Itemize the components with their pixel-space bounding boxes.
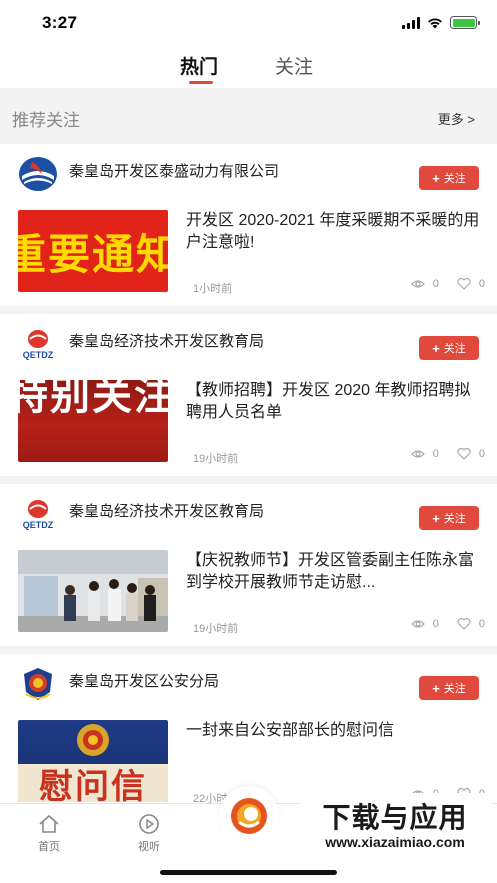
heart-icon[interactable] <box>457 618 471 630</box>
org-name[interactable]: 秦皇岛开发区公安分局 <box>69 670 219 691</box>
nav-home[interactable]: 首页 <box>19 812 79 854</box>
qetdz-logo-icon: QETDZ <box>18 496 58 532</box>
plus-icon: + <box>432 170 440 186</box>
follow-button[interactable]: + 关注 <box>419 166 479 190</box>
article-thumbnail[interactable]: 慰问信 <box>18 720 168 802</box>
article-thumbnail[interactable]: 特别关注 <box>18 380 168 462</box>
feed-list: 秦皇岛开发区泰盛动力有限公司 + 关注 重要通知 开发区 2020-2021 年度… <box>0 144 497 816</box>
follow-button[interactable]: + 关注 <box>419 336 479 360</box>
like-count: 0 <box>478 448 485 460</box>
plus-icon: + <box>432 680 440 696</box>
nav-video-label: 视听 <box>138 841 160 853</box>
heart-icon[interactable] <box>457 278 471 290</box>
view-count: 0 <box>432 618 439 630</box>
tab-follow[interactable]: 关注 <box>275 52 313 79</box>
wifi-icon <box>428 17 442 28</box>
publish-time: 19小时前 <box>193 453 239 465</box>
eye-icon <box>410 620 425 628</box>
org-name[interactable]: 秦皇岛经济技术开发区教育局 <box>69 330 264 351</box>
taisheng-logo-icon <box>18 156 58 192</box>
eye-icon <box>410 280 425 288</box>
status-icons <box>402 16 480 29</box>
nav-video[interactable]: 视听 <box>119 812 179 854</box>
feed-card[interactable]: 秦皇岛开发区泰盛动力有限公司 + 关注 重要通知 开发区 2020-2021 年度… <box>0 144 497 306</box>
like-count: 0 <box>478 618 485 630</box>
cellular-signal-icon <box>402 16 420 29</box>
play-circle-icon <box>119 812 179 836</box>
svg-text:www.xiazaimiao.com: www.xiazaimiao.com <box>324 834 465 850</box>
photo-people-image <box>18 550 168 632</box>
home-icon <box>19 812 79 836</box>
feed-card[interactable]: QETDZ 秦皇岛经济技术开发区教育局 + 关注 【庆祝教师节】开发区管委副主任陈… <box>0 476 497 646</box>
publish-time: 1小时前 <box>193 283 233 295</box>
article-headline[interactable]: 开发区 2020-2021 年度采暖期不采暖的用户注意啦! <box>186 210 482 254</box>
active-tab-indicator <box>189 81 213 84</box>
like-count: 0 <box>478 278 485 290</box>
article-thumbnail[interactable]: 重要通知 <box>18 210 168 292</box>
article-headline[interactable]: 【教师招聘】开发区 2020 年教师招聘拟聘用人员名单 <box>186 380 482 424</box>
nav-home-label: 首页 <box>38 841 60 853</box>
plus-icon: + <box>432 510 440 526</box>
plus-icon: + <box>432 340 440 356</box>
top-tabs: 热门 关注 <box>0 44 497 88</box>
more-link[interactable]: 更多 > <box>438 109 475 128</box>
feed-card[interactable]: QETDZ 秦皇岛经济技术开发区教育局 + 关注 特别关注 【教师招聘】开发区 2… <box>0 306 497 476</box>
police-emblem-icon <box>18 666 58 702</box>
article-stats: 0 0 <box>410 278 485 290</box>
qetdz-logo-icon: QETDZ <box>18 326 58 362</box>
org-name[interactable]: 秦皇岛经济技术开发区教育局 <box>69 500 264 521</box>
article-stats: 0 0 <box>410 618 485 630</box>
view-count: 0 <box>432 448 439 460</box>
status-time: 3:27 <box>42 13 78 32</box>
recommend-header: 推荐关注 更多 > <box>0 88 497 144</box>
org-name[interactable]: 秦皇岛开发区泰盛动力有限公司 <box>69 160 279 181</box>
svg-text:下载与应用: 下载与应用 <box>322 801 467 834</box>
eye-icon <box>410 450 425 458</box>
recommend-title: 推荐关注 <box>12 111 80 130</box>
watermark-logo: 下载与应用 www.xiazaimiao.com <box>299 793 491 855</box>
article-headline[interactable]: 一封来自公安部部长的慰问信 <box>186 720 482 742</box>
publish-time: 19小时前 <box>193 623 239 635</box>
center-logo-button[interactable] <box>219 786 279 846</box>
article-stats: 0 0 <box>410 448 485 460</box>
heart-icon[interactable] <box>457 448 471 460</box>
tab-hot[interactable]: 热门 <box>180 52 218 79</box>
svg-text:QETDZ: QETDZ <box>23 520 54 530</box>
article-thumbnail[interactable] <box>18 550 168 632</box>
follow-button[interactable]: + 关注 <box>419 506 479 530</box>
battery-icon <box>450 16 480 29</box>
app-logo-icon <box>231 798 267 834</box>
svg-text:QETDZ: QETDZ <box>23 350 54 360</box>
home-indicator <box>160 870 337 875</box>
view-count: 0 <box>432 278 439 290</box>
article-headline[interactable]: 【庆祝教师节】开发区管委副主任陈永富到学校开展教师节走访慰... <box>186 550 482 594</box>
follow-button[interactable]: + 关注 <box>419 676 479 700</box>
status-bar: 3:27 <box>0 0 497 44</box>
